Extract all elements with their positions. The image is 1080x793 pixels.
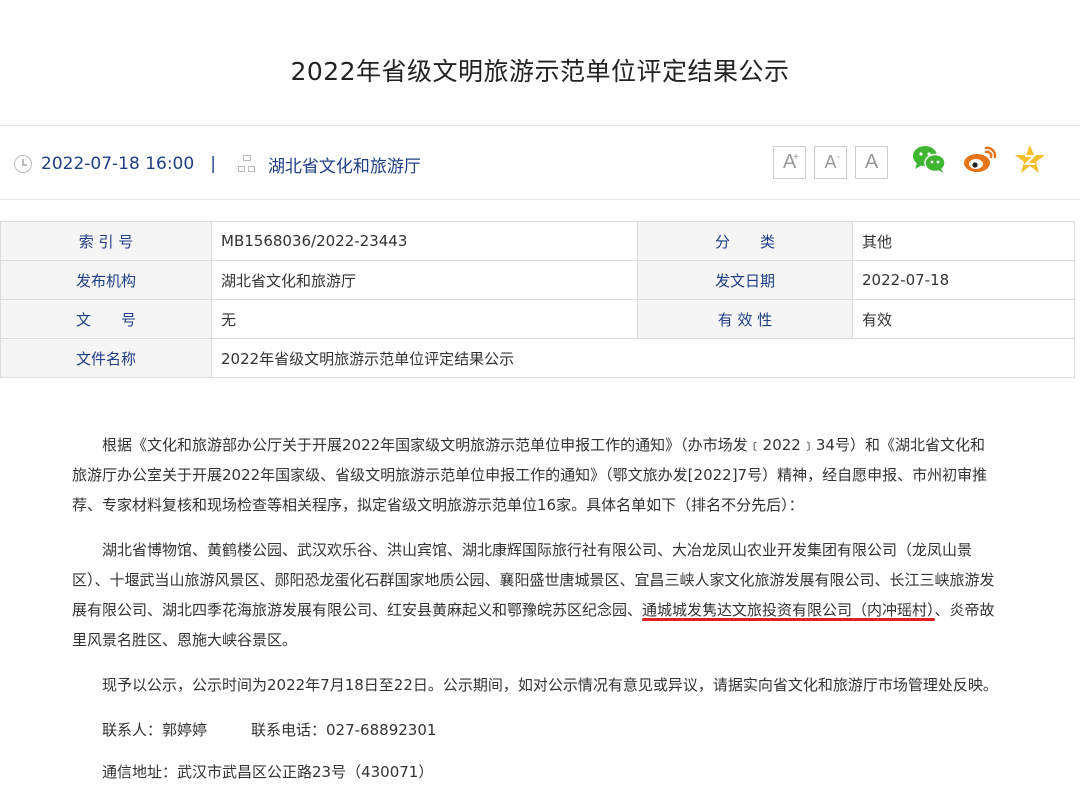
category-value: 其他	[852, 221, 1075, 261]
table-row: 文件名称 2022年省级文明旅游示范单位评定结果公示	[0, 338, 1075, 378]
filename-value: 2022年省级文明旅游示范单位评定结果公示	[211, 338, 1075, 378]
share-buttons	[912, 144, 1046, 174]
table-row: 索 引 号 MB1568036/2022-23443 分 类 其他	[0, 221, 1075, 261]
index-value: MB1568036/2022-23443	[211, 221, 638, 261]
organization-icon	[237, 155, 256, 173]
filename-label: 文件名称	[0, 338, 212, 378]
font-reset-button[interactable]: A	[855, 146, 888, 179]
meta-bar: 2022-07-18 16:00 | 湖北省文化和旅游厅 A + A- A	[0, 140, 1080, 186]
font-decrease-button[interactable]: A-	[814, 146, 847, 179]
document-number-value: 无	[211, 299, 638, 339]
publish-source: 湖北省文化和旅游厅	[267, 156, 421, 177]
document-info-table: 索 引 号 MB1568036/2022-23443 分 类 其他 发布机构 湖…	[0, 221, 1075, 378]
contact-phone: 联系电话：027-68892301	[251, 721, 437, 739]
title-divider	[0, 125, 1080, 126]
meta-divider	[0, 199, 1080, 200]
qzone-icon[interactable]	[1014, 144, 1046, 174]
page-title: 2022年省级文明旅游示范单位评定结果公示	[290, 57, 790, 86]
publisher-value: 湖北省文化和旅游厅	[211, 260, 638, 300]
issue-date-label: 发文日期	[637, 260, 853, 300]
meta-separator: |	[210, 154, 216, 174]
highlighted-unit: 通城城发隽达文旅投资有限公司（内冲瑶村）	[642, 601, 935, 619]
meta-info: 2022-07-18 16:00 | 湖北省文化和旅游厅	[14, 152, 421, 177]
paragraph-list: 湖北省博物馆、黄鹤楼公园、武汉欢乐谷、洪山宾馆、湖北康辉国际旅行社有限公司、大冶…	[72, 535, 998, 655]
validity-label: 有 效 性	[637, 299, 853, 339]
table-row: 文 号 无 有 效 性 有效	[0, 299, 1075, 339]
issue-date-value: 2022-07-18	[852, 260, 1075, 300]
wechat-icon[interactable]	[912, 145, 946, 173]
article-body: 根据《文化和旅游部办公厅关于开展2022年国家级文明旅游示范单位申报工作的通知》…	[72, 430, 998, 793]
contact-person: 联系人：郭婷婷	[102, 721, 208, 739]
validity-value: 有效	[852, 299, 1075, 339]
paragraph-contact: 联系人：郭婷婷 联系电话：027-68892301	[72, 715, 998, 745]
font-decrease-label: A	[824, 152, 837, 172]
publish-date: 2022-07-18 16:00	[41, 154, 195, 174]
paragraph-notice: 现予以公示，公示时间为2022年7月18日至22日。公示期间，如对公示情况有意见…	[102, 676, 998, 694]
clock-icon	[14, 155, 32, 173]
table-row: 发布机构 湖北省文化和旅游厅 发文日期 2022-07-18	[0, 260, 1075, 300]
font-size-controls: A + A- A	[773, 146, 888, 179]
font-increase-button[interactable]: A +	[773, 146, 806, 179]
font-reset-label: A	[864, 151, 879, 173]
paragraph-intro: 根据《文化和旅游部办公厅关于开展2022年国家级文明旅游示范单位申报工作的通知》…	[72, 436, 988, 514]
publisher-label: 发布机构	[0, 260, 212, 300]
index-label: 索 引 号	[0, 221, 212, 261]
document-number-label: 文 号	[0, 299, 212, 339]
paragraph-address: 通信地址：武汉市武昌区公正路23号（430071）	[102, 763, 434, 781]
category-label: 分 类	[637, 221, 853, 261]
weibo-icon[interactable]	[962, 144, 998, 174]
